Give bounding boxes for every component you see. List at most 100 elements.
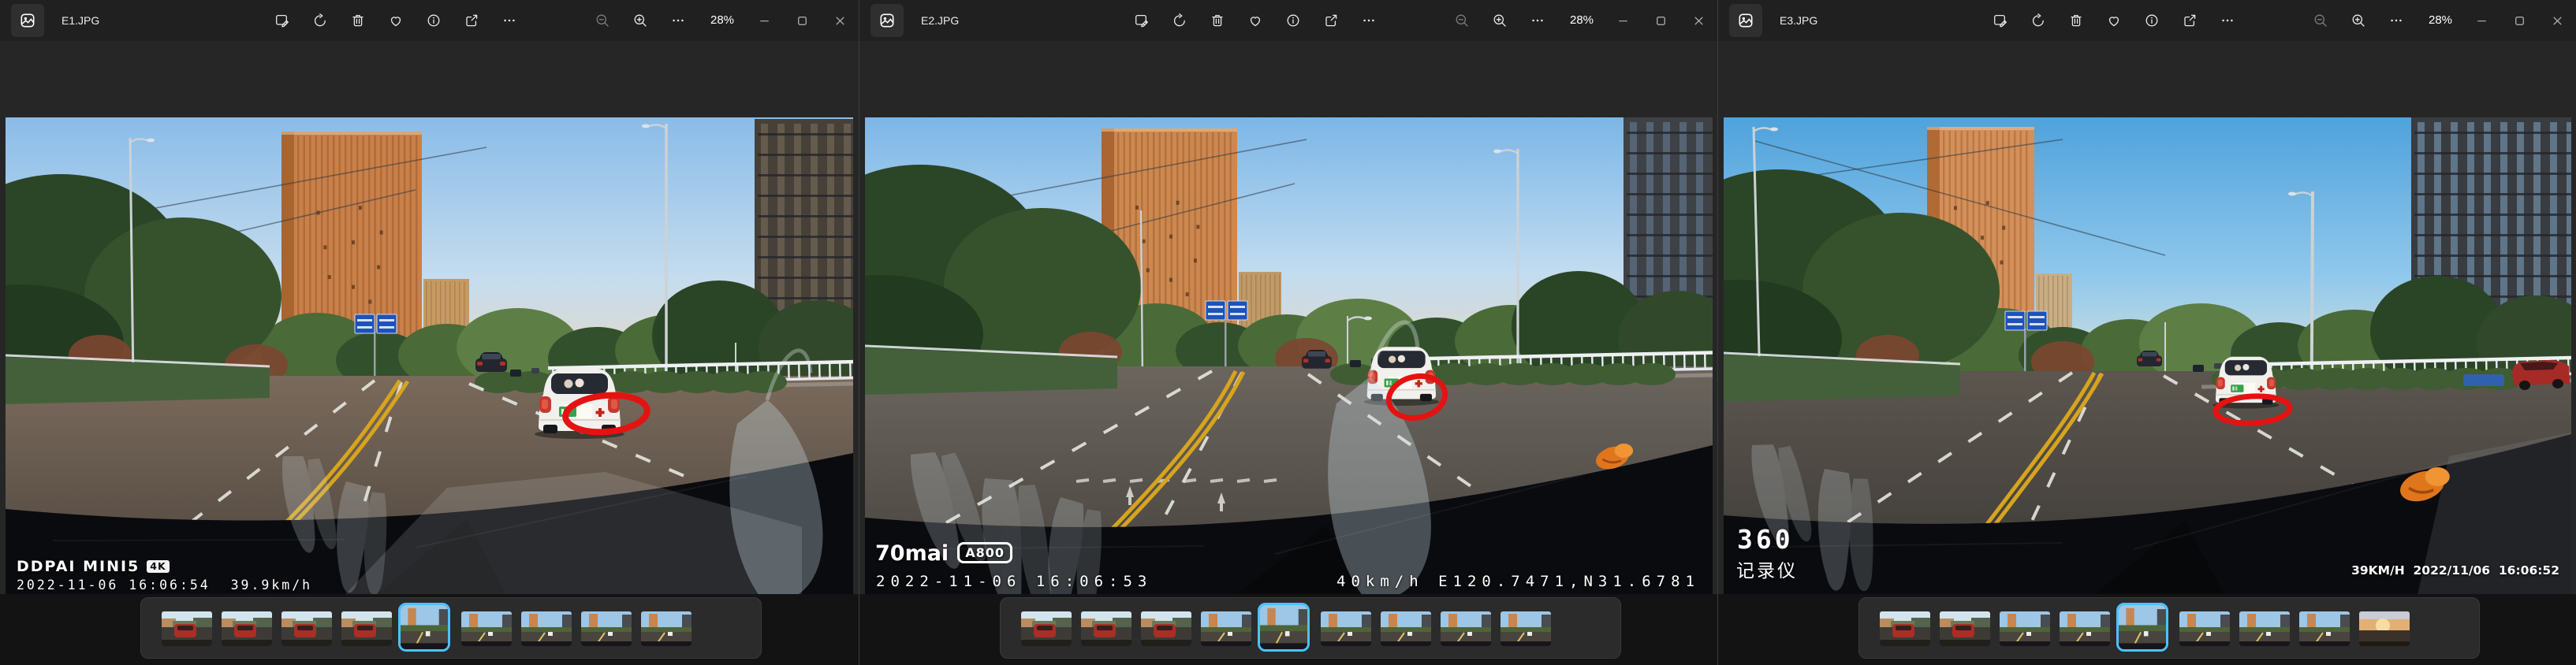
zoom-out-button[interactable] bbox=[583, 3, 621, 38]
desktop: E1.JPG 28% DDPAI MINI5 4K 2022-11-06 16:06… bbox=[0, 0, 2576, 665]
filmstrip-thumbnail[interactable] bbox=[2000, 611, 2050, 646]
photos-app-icon[interactable] bbox=[11, 4, 44, 37]
dashcam-timestamp: 2022-11-06 16:06:53 bbox=[876, 573, 1153, 590]
more-options-button[interactable] bbox=[490, 3, 528, 38]
minimize-button[interactable] bbox=[745, 0, 783, 41]
edit-image-button[interactable] bbox=[263, 3, 301, 38]
dashcam-brand-logo: 70mai A800 bbox=[875, 541, 1012, 566]
favorite-button[interactable] bbox=[377, 3, 415, 38]
maximize-button[interactable] bbox=[2500, 0, 2538, 41]
more-options-button[interactable] bbox=[2209, 3, 2246, 38]
favorite-button[interactable] bbox=[2095, 3, 2133, 38]
delete-button[interactable] bbox=[339, 3, 377, 38]
filmstrip-thumbnail-selected[interactable] bbox=[1258, 603, 1310, 652]
zoom-out-button[interactable] bbox=[1443, 3, 1481, 38]
close-button[interactable] bbox=[1679, 0, 1717, 41]
edit-image-button[interactable] bbox=[1123, 3, 1161, 38]
dashcam-brand-logo: 360 bbox=[1737, 524, 1794, 555]
delete-button[interactable] bbox=[1199, 3, 1236, 38]
model-badge: A800 bbox=[957, 542, 1012, 563]
photo-canvas[interactable]: DDPAI MINI5 4K 2022-11-06 16:06:54 39.9km/… bbox=[6, 117, 853, 594]
photo-canvas[interactable]: 70mai A800 2022-11-06 16:06:53 40km/h E120.… bbox=[865, 117, 1713, 594]
filmstrip-thumbnail[interactable] bbox=[2359, 611, 2410, 646]
filmstrip-thumbnail[interactable] bbox=[1201, 611, 1251, 646]
toolbar bbox=[1123, 3, 1388, 38]
filmstrip bbox=[1000, 597, 1621, 659]
maximize-button[interactable] bbox=[1642, 0, 1679, 41]
file-info-button[interactable] bbox=[415, 3, 453, 38]
filename: E1.JPG bbox=[62, 14, 100, 27]
photos-app-icon[interactable] bbox=[870, 4, 904, 37]
dashcam-brand-logo: DDPAI MINI5 4K bbox=[17, 558, 170, 575]
filmstrip bbox=[140, 597, 762, 659]
filmstrip-thumbnail[interactable] bbox=[2179, 611, 2230, 646]
rotate-button[interactable] bbox=[301, 3, 339, 38]
filmstrip-thumbnail[interactable] bbox=[1880, 611, 1930, 646]
zoom-out-button[interactable] bbox=[2302, 3, 2339, 38]
dashcam-timestamp: 39KM/H 2022/11/06 16:06:52 bbox=[2351, 563, 2559, 578]
close-button[interactable] bbox=[2538, 0, 2576, 41]
filmstrip-thumbnail[interactable] bbox=[2299, 611, 2350, 646]
delete-button[interactable] bbox=[2057, 3, 2095, 38]
filmstrip-thumbnail[interactable] bbox=[1441, 611, 1491, 646]
more-options-button[interactable] bbox=[1350, 3, 1388, 38]
filmstrip-thumbnail[interactable] bbox=[162, 611, 212, 646]
filmstrip-area bbox=[859, 594, 1717, 665]
zoom-in-button[interactable] bbox=[1481, 3, 1519, 38]
filename: E3.JPG bbox=[1780, 14, 1818, 27]
filmstrip-thumbnail[interactable] bbox=[461, 611, 512, 646]
filmstrip-thumbnail[interactable] bbox=[641, 611, 692, 646]
file-info-button[interactable] bbox=[1274, 3, 1312, 38]
filmstrip-thumbnail[interactable] bbox=[521, 611, 572, 646]
filmstrip-thumbnail[interactable] bbox=[222, 611, 272, 646]
maximize-button[interactable] bbox=[783, 0, 821, 41]
titlebar: E1.JPG 28% bbox=[0, 0, 859, 41]
rotate-button[interactable] bbox=[1161, 3, 1199, 38]
minimize-button[interactable] bbox=[1604, 0, 1642, 41]
zoom-options-button[interactable] bbox=[2377, 3, 2415, 38]
close-button[interactable] bbox=[821, 0, 859, 41]
4k-badge: 4K bbox=[147, 560, 170, 573]
edit-image-button[interactable] bbox=[1981, 3, 2019, 38]
filmstrip-thumbnail[interactable] bbox=[2060, 611, 2110, 646]
filename: E2.JPG bbox=[921, 14, 960, 27]
zoom-options-button[interactable] bbox=[1519, 3, 1556, 38]
titlebar: E3.JPG 28% bbox=[1718, 0, 2576, 41]
rotate-button[interactable] bbox=[2019, 3, 2057, 38]
zoom-level: 28% bbox=[1569, 13, 1594, 27]
zoom-in-button[interactable] bbox=[621, 3, 659, 38]
minimize-button[interactable] bbox=[2462, 0, 2500, 41]
zoom-toolbar bbox=[2302, 3, 2415, 38]
filmstrip-thumbnail[interactable] bbox=[1381, 611, 1431, 646]
filmstrip-thumbnail[interactable] bbox=[1940, 611, 1990, 646]
filmstrip-thumbnail[interactable] bbox=[281, 611, 332, 646]
filmstrip-thumbnail[interactable] bbox=[2239, 611, 2290, 646]
window-controls bbox=[2462, 0, 2576, 41]
filmstrip-thumbnail[interactable] bbox=[1141, 611, 1191, 646]
zoom-options-button[interactable] bbox=[659, 3, 697, 38]
photo-canvas[interactable]: 360 记录仪 39KM/H 2022/11/06 16:06:52 bbox=[1724, 117, 2571, 594]
zoom-toolbar bbox=[1443, 3, 1556, 38]
filmstrip-thumbnail[interactable] bbox=[1321, 611, 1371, 646]
zoom-in-button[interactable] bbox=[2339, 3, 2377, 38]
filmstrip-thumbnail[interactable] bbox=[581, 611, 632, 646]
zoom-level: 28% bbox=[710, 13, 735, 27]
file-info-button[interactable] bbox=[2133, 3, 2171, 38]
toolbar bbox=[1981, 3, 2246, 38]
share-button[interactable] bbox=[453, 3, 490, 38]
dashcam-photo-illustration bbox=[1724, 117, 2571, 594]
share-button[interactable] bbox=[2171, 3, 2209, 38]
filmstrip-thumbnail[interactable] bbox=[1081, 611, 1131, 646]
blue-tarp bbox=[2463, 374, 2504, 386]
window-controls bbox=[1604, 0, 1717, 41]
share-button[interactable] bbox=[1312, 3, 1350, 38]
dashcam-timestamp: 2022-11-06 16:06:54 39.9km/h bbox=[17, 578, 313, 593]
filmstrip-thumbnail[interactable] bbox=[341, 611, 392, 646]
filmstrip-thumbnail[interactable] bbox=[1021, 611, 1072, 646]
photos-app-icon[interactable] bbox=[1729, 4, 1762, 37]
favorite-button[interactable] bbox=[1236, 3, 1274, 38]
filmstrip-thumbnail-selected[interactable] bbox=[2116, 603, 2168, 652]
filmstrip-thumbnail[interactable] bbox=[1500, 611, 1551, 646]
zoom-level: 28% bbox=[2428, 13, 2453, 27]
filmstrip-thumbnail-selected[interactable] bbox=[398, 603, 450, 652]
